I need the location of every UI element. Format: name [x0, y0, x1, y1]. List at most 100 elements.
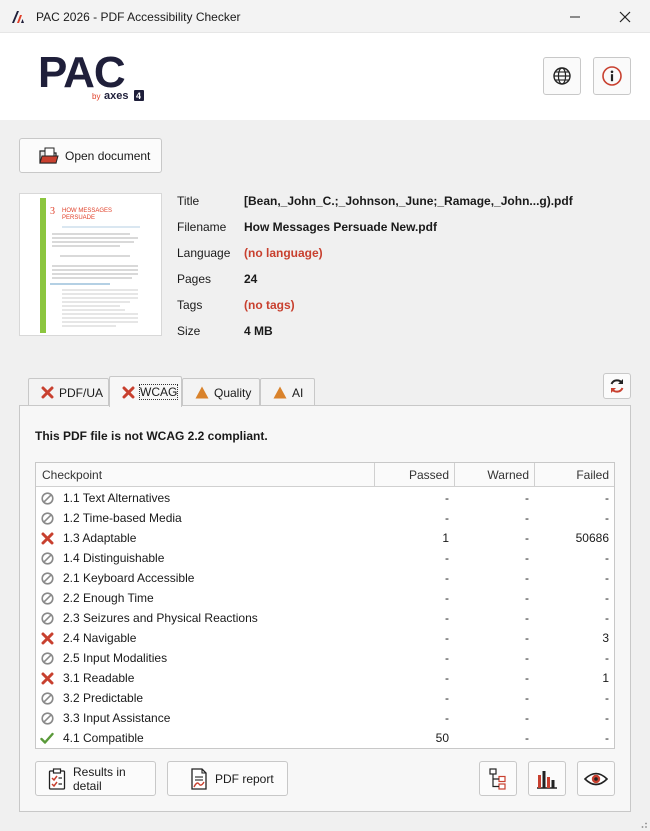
language-value: (no language) — [244, 246, 323, 260]
failed-count: - — [605, 571, 609, 585]
table-row[interactable]: 1.1 Text Alternatives - - - — [36, 488, 614, 508]
not-applicable-icon — [40, 611, 54, 625]
checkpoint-name: 2.4 Navigable — [63, 631, 137, 645]
results-in-detail-label: Results in detail — [73, 764, 126, 793]
tab-label: PDF/UA — [59, 385, 104, 400]
globe-icon — [553, 67, 571, 85]
column-checkpoint[interactable]: Checkpoint — [42, 463, 102, 487]
not-applicable-icon — [40, 511, 54, 525]
failed-count: 3 — [602, 631, 609, 645]
preview-button[interactable] — [577, 761, 615, 796]
eye-icon — [584, 772, 608, 785]
passed-count: 50 — [435, 731, 449, 745]
pac-logo: PAC by axes 4 — [38, 48, 148, 106]
table-row[interactable]: 3.3 Input Assistance - - - — [36, 708, 614, 728]
filename-label: Filename — [177, 220, 227, 234]
warned-count: - — [525, 571, 529, 585]
svg-text:HOW MESSAGES: HOW MESSAGES — [62, 208, 112, 214]
warned-count: - — [525, 671, 529, 685]
tab-pdfua[interactable]: PDF/UA — [28, 378, 109, 406]
close-icon — [619, 11, 631, 22]
app-header: PAC by axes 4 — [0, 33, 650, 120]
document-thumbnail: 3 HOW MESSAGES PERSUADE — [19, 193, 162, 336]
table-row[interactable]: 1.3 Adaptable 1 - 50686 — [36, 528, 614, 548]
table-row[interactable]: 3.1 Readable - - 1 — [36, 668, 614, 688]
passed-count: - — [445, 511, 449, 525]
pac-logo-icon: PAC by axes 4 — [38, 48, 144, 102]
warned-count: - — [525, 491, 529, 505]
pdf-document-icon — [190, 767, 208, 790]
about-button[interactable] — [593, 57, 631, 95]
tab-wcag[interactable]: WCAG — [109, 376, 182, 407]
passed-count: - — [445, 611, 449, 625]
table-row[interactable]: 2.3 Seizures and Physical Reactions - - - — [36, 608, 614, 628]
x-icon — [40, 671, 54, 685]
table-row[interactable]: 2.4 Navigable - - 3 — [36, 628, 614, 648]
pdf-report-button[interactable]: PDF report — [167, 761, 288, 796]
passed-count: - — [445, 591, 449, 605]
tab-label: WCAG — [138, 384, 179, 400]
x-icon — [122, 386, 135, 399]
checkpoint-name: 1.2 Time-based Media — [63, 511, 182, 525]
language-button[interactable] — [543, 57, 581, 95]
logical-structure-button[interactable] — [479, 761, 517, 796]
checkpoint-name: 1.4 Distinguishable — [63, 551, 165, 565]
column-passed[interactable]: Passed — [376, 463, 449, 487]
column-warned[interactable]: Warned — [456, 463, 529, 487]
passed-count: - — [445, 631, 449, 645]
checkpoint-name: 3.1 Readable — [63, 671, 135, 685]
svg-text:by: by — [92, 92, 100, 101]
svg-text:axes: axes — [104, 90, 128, 102]
table-header: Checkpoint Passed Warned Failed — [36, 463, 614, 487]
warned-count: - — [525, 591, 529, 605]
minimize-icon — [570, 16, 580, 17]
tab-quality[interactable]: Quality — [182, 378, 260, 406]
table-row[interactable]: 2.2 Enough Time - - - — [36, 588, 614, 608]
passed-count: - — [445, 671, 449, 685]
language-label: Language — [177, 246, 231, 260]
close-button[interactable] — [610, 0, 640, 33]
warned-count: - — [525, 511, 529, 525]
warning-icon — [195, 386, 209, 399]
column-failed[interactable]: Failed — [536, 463, 609, 487]
resize-grip-icon[interactable] — [638, 819, 648, 829]
warned-count: - — [525, 691, 529, 705]
table-row[interactable]: 2.1 Keyboard Accessible - - - — [36, 568, 614, 588]
pages-value: 24 — [244, 272, 258, 286]
results-in-detail-button[interactable]: Results in detail — [35, 761, 156, 796]
table-row[interactable]: 3.2 Predictable - - - — [36, 688, 614, 708]
minimize-button[interactable] — [560, 0, 590, 33]
warning-icon — [273, 386, 287, 399]
svg-text:3: 3 — [50, 206, 55, 217]
checkpoint-name: 4.1 Compatible — [63, 731, 144, 745]
passed-count: - — [445, 551, 449, 565]
not-applicable-icon — [40, 491, 54, 505]
checkpoint-name: 3.3 Input Assistance — [63, 711, 171, 725]
table-row[interactable]: 2.5 Input Modalities - - - — [36, 648, 614, 668]
structure-tree-icon — [489, 767, 506, 790]
warned-count: - — [525, 531, 529, 545]
checkpoint-table: Checkpoint Passed Warned Failed 1.1 Text… — [35, 462, 615, 749]
table-row[interactable]: 1.2 Time-based Media - - - — [36, 508, 614, 528]
open-document-button[interactable]: Open document — [19, 138, 162, 173]
warned-count: - — [525, 651, 529, 665]
failed-count: - — [605, 491, 609, 505]
x-icon — [40, 531, 54, 545]
info-icon — [602, 66, 622, 86]
not-applicable-icon — [40, 551, 54, 565]
open-folder-icon — [39, 147, 59, 165]
checkpoint-name: 2.1 Keyboard Accessible — [63, 571, 195, 585]
not-applicable-icon — [40, 711, 54, 725]
warned-count: - — [525, 611, 529, 625]
statistics-button[interactable] — [528, 761, 566, 796]
failed-count: - — [605, 691, 609, 705]
size-label: Size — [177, 324, 201, 338]
failed-count: - — [605, 611, 609, 625]
tab-ai[interactable]: AI — [260, 378, 315, 406]
checkpoint-name: 3.2 Predictable — [63, 691, 144, 705]
recheck-button[interactable] — [603, 373, 631, 399]
table-row[interactable]: 1.4 Distinguishable - - - — [36, 548, 614, 568]
checkpoint-name: 1.1 Text Alternatives — [63, 491, 171, 505]
table-row[interactable]: 4.1 Compatible 50 - - — [36, 728, 614, 748]
pdf-report-label: PDF report — [215, 771, 274, 786]
